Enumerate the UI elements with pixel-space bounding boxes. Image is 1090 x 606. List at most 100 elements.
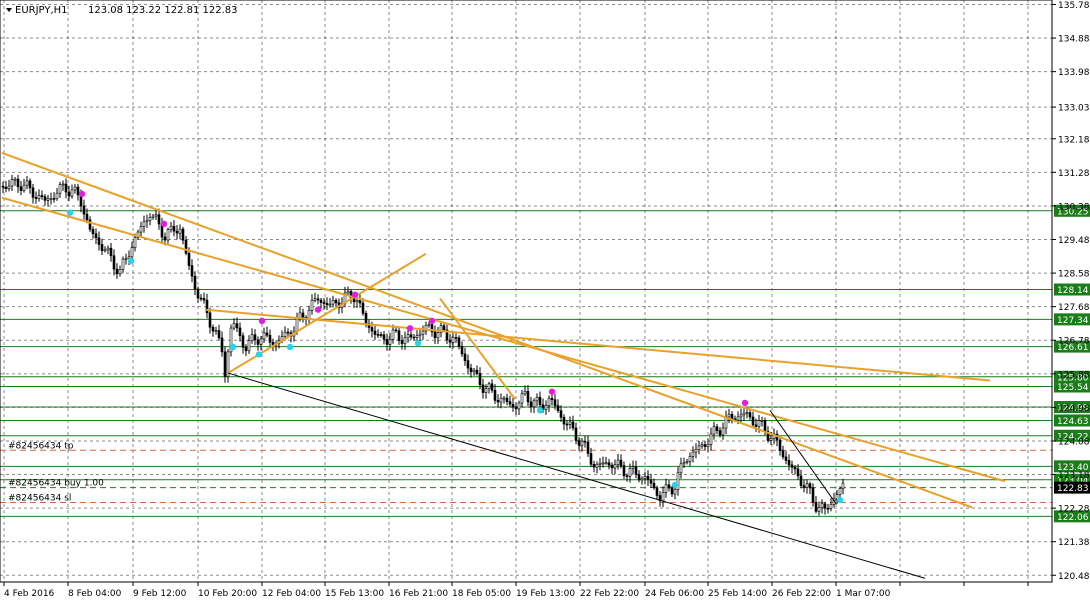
candle-body [100,244,104,251]
candle-body [493,389,497,401]
candle-body [808,483,812,489]
fractal-high-marker [548,388,556,395]
candle-body [364,312,368,324]
x-tick-label: 10 Feb 20:00 [198,589,257,599]
x-tick-label: 24 Feb 06:00 [645,589,704,599]
candle-body [601,462,605,465]
candle-body [547,397,551,406]
candle-body [556,405,560,411]
candle-body [232,323,236,329]
x-tick-label: 1 Mar 07:00 [836,589,891,599]
candle-body [655,487,659,496]
candle-body [514,406,518,410]
candle-body [247,340,251,352]
candle-body [532,400,536,408]
candle-body [640,477,644,481]
candle-body [805,483,809,488]
candle-body [145,220,149,223]
candle-body [496,400,500,403]
candle-body [166,229,170,241]
candle-body [460,345,464,355]
candle-body [580,440,584,446]
candle-body [223,351,227,377]
y-tick-label: 128.58 [1058,270,1090,280]
candle-body [718,430,722,436]
candle-body [1,185,5,188]
candle-body [646,475,650,481]
fractal-low-marker [127,257,135,265]
candle-body [559,410,563,418]
candle-body [355,300,359,303]
candle-body [748,412,752,418]
y-tick-label: 133.03 [1058,104,1090,114]
candle-body [643,475,647,479]
candle-body [628,468,632,477]
candle-body [55,192,59,199]
candle-body [400,340,404,344]
candle-body [76,186,80,196]
candle-body [817,507,821,512]
candle-body [376,334,380,336]
level-price-label: 125.54 [1057,383,1089,393]
candle-body [211,326,215,332]
candle-body [694,449,698,453]
candle-body [592,464,596,468]
y-tick-label: 134.88 [1058,35,1090,45]
candle-body [157,214,161,225]
candle-body [295,318,299,332]
fractal-high-marker [428,317,436,325]
chart-window[interactable]: 130.25 128.14 127.34 126.61 125.80 125.54 124.… [0,0,1090,602]
candle-body [787,460,791,466]
candle-body [517,402,521,410]
candle-body [415,335,419,338]
candle-body [790,464,794,468]
candle-body [715,426,719,431]
candle-body [175,230,179,234]
candle-body [133,237,137,248]
candle-body [262,332,266,340]
candle-body [799,475,803,486]
x-tick-label: 18 Feb 05:00 [452,589,511,599]
y-tick-label: 122.28 [1058,505,1090,515]
y-tick-label: 127.68 [1058,303,1090,313]
candle-body [94,233,98,239]
fractal-high-marker [258,317,266,325]
candle-body [307,310,311,320]
candle-body [595,463,599,468]
candle-body [826,508,830,510]
candle-body [169,225,173,230]
level-price-label: 124.63 [1057,417,1089,427]
candle-body [553,399,557,406]
fractal-low-marker [414,340,422,347]
candle-body [373,330,377,335]
candle-body [664,484,668,493]
fractal-low-marker [229,343,237,351]
candle-body [448,339,452,343]
candle-body [22,184,26,191]
candle-body [709,433,713,445]
candlestick-chart[interactable]: 130.25128.14127.34126.61125.80125.54124.… [0,0,1090,602]
candle-body [760,420,764,422]
candle-body [385,339,389,345]
candle-body [286,331,290,334]
y-tick-label: 120.48 [1058,572,1090,582]
candle-body [418,333,422,336]
candle-body [682,462,686,465]
candle-body [793,466,797,470]
current-price-label: 122.83 [1057,484,1089,494]
candle-body [319,299,323,303]
candle-body [727,413,731,418]
candle-body [19,186,23,191]
x-tick-label: 26 Feb 22:00 [772,589,831,599]
candle-body [499,397,503,403]
candle-body [244,347,248,352]
y-tick-label: 123.18 [1058,471,1090,481]
candle-body [544,405,548,410]
candle-body [142,221,146,227]
x-tick-label: 25 Feb 14:00 [708,589,767,599]
candle-body [523,390,527,395]
y-tick-label: 129.48 [1058,236,1090,246]
candle-body [802,485,806,488]
candle-body [562,416,566,425]
candle-body [58,184,62,194]
